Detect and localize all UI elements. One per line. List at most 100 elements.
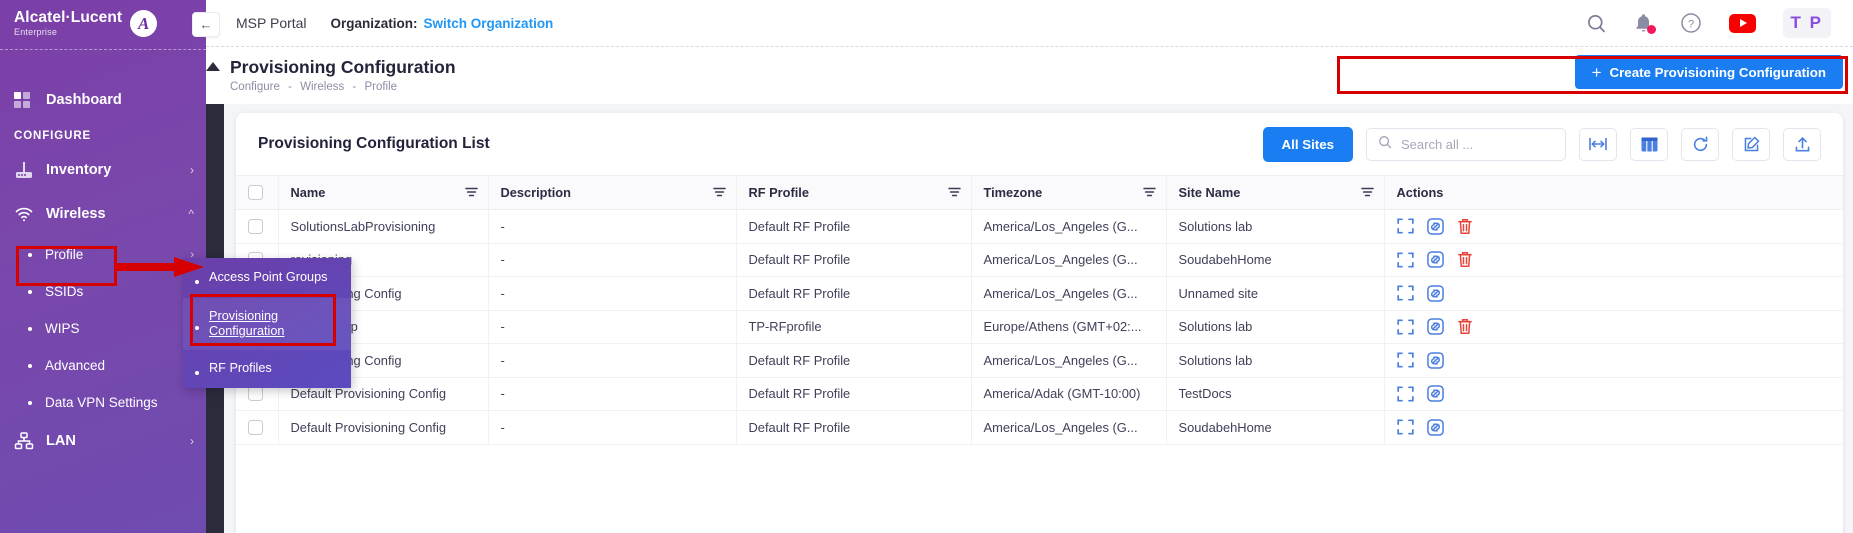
clone-icon[interactable] (1427, 251, 1444, 268)
sidebar-item-label-lan: LAN (46, 433, 76, 449)
delete-icon[interactable] (1457, 218, 1473, 235)
avatar[interactable]: T P (1783, 8, 1831, 38)
switch-organization-link[interactable]: Switch Organization (424, 16, 554, 31)
expand-icon[interactable] (1397, 319, 1414, 335)
refresh-icon[interactable] (1681, 128, 1719, 161)
column-header-rf-profile[interactable]: RF Profile (736, 176, 971, 210)
bullet-icon (195, 371, 199, 375)
expand-icon[interactable] (1397, 352, 1414, 368)
flyout-item-label-rf-profiles: RF Profiles (209, 361, 272, 376)
filter-icon[interactable] (1361, 185, 1374, 200)
all-sites-button[interactable]: All Sites (1263, 127, 1353, 162)
column-header-site-name[interactable]: Site Name (1166, 176, 1384, 210)
clone-icon[interactable] (1427, 419, 1444, 436)
clone-icon[interactable] (1427, 285, 1444, 302)
arrow-left-icon: ← (200, 17, 213, 32)
clone-icon[interactable] (1427, 352, 1444, 369)
chevron-up-icon[interactable]: ^ (188, 207, 194, 221)
column-header-label-site-name: Site Name (1179, 185, 1241, 200)
search-box[interactable] (1366, 128, 1566, 161)
table-cell-description: - (488, 411, 736, 445)
table-row[interactable]: SolutionsLabProvisioning-Default RF Prof… (236, 210, 1843, 244)
sidebar-item-wireless[interactable]: Wireless ^ (0, 192, 206, 236)
row-action-group (1397, 285, 1832, 302)
filter-icon[interactable] (465, 185, 478, 200)
column-header-label-rf-profile: RF Profile (749, 185, 809, 200)
table-row[interactable]: Default Provisioning Config-Default RF P… (236, 411, 1843, 445)
flyout-item-rf-profiles[interactable]: RF Profiles (183, 350, 351, 388)
brand-logo-area[interactable]: Alcatel·Lucent Enterprise A (0, 0, 206, 47)
breadcrumb-item-configure[interactable]: Configure (230, 81, 280, 93)
content-area: Provisioning Configuration List All Site… (206, 104, 1853, 533)
clone-icon[interactable] (1427, 385, 1444, 402)
clone-icon[interactable] (1427, 218, 1444, 235)
sidebar-item-label-profile: Profile (45, 247, 83, 262)
column-header-description[interactable]: Description (488, 176, 736, 210)
expand-icon[interactable] (1397, 386, 1414, 402)
sidebar-item-dashboard[interactable]: Dashboard (0, 78, 206, 122)
filter-icon[interactable] (1143, 185, 1156, 200)
svg-text:?: ? (1687, 18, 1693, 30)
flyout-item-provisioning-configuration[interactable]: Provisioning Configuration (183, 298, 351, 350)
chevron-right-icon[interactable]: › (190, 434, 194, 448)
flyout-item-access-point-groups[interactable]: Access Point Groups (183, 258, 351, 298)
column-settings-icon[interactable] (1630, 128, 1668, 161)
clone-icon[interactable] (1427, 318, 1444, 335)
export-upload-icon[interactable] (1783, 128, 1821, 161)
breadcrumb: Configure - Wireless - Profile (230, 81, 397, 93)
table-cell-rf-profile: Default RF Profile (736, 210, 971, 244)
table-cell-timezone: America/Los_Angeles (G... (971, 411, 1166, 445)
expand-icon[interactable] (1397, 419, 1414, 435)
chevron-right-icon[interactable]: › (190, 163, 194, 177)
expand-icon[interactable] (1397, 218, 1414, 234)
table-cell-description: - (488, 344, 736, 378)
breadcrumb-item-profile[interactable]: Profile (364, 81, 397, 93)
sidebar-item-data-vpn-settings[interactable]: Data VPN Settings (0, 384, 206, 421)
row-checkbox[interactable] (248, 219, 263, 234)
table-row[interactable]: Provisioning Config-Default RF ProfileAm… (236, 277, 1843, 311)
table-row[interactable]: Default Provisioning Config-Default RF P… (236, 377, 1843, 411)
scroll-up-arrow-icon[interactable] (206, 62, 220, 71)
filter-icon[interactable] (713, 185, 726, 200)
fit-columns-icon[interactable] (1579, 128, 1617, 161)
expand-icon[interactable] (1397, 285, 1414, 301)
sidebar-item-wips[interactable]: WIPS › (0, 310, 206, 347)
row-checkbox[interactable] (248, 420, 263, 435)
help-circle-icon[interactable]: ? (1680, 12, 1702, 34)
table-cell-description: - (488, 243, 736, 277)
sidebar-item-ssids[interactable]: SSIDs (0, 273, 206, 310)
search-input[interactable] (1401, 137, 1554, 152)
table-row[interactable]: Provisioning Config-Default RF ProfileAm… (236, 344, 1843, 378)
delete-icon[interactable] (1457, 251, 1473, 268)
table-row[interactable]: rovisioning-Default RF ProfileAmerica/Lo… (236, 243, 1843, 277)
breadcrumb-item-wireless[interactable]: Wireless (300, 81, 344, 93)
sidebar-collapse-button[interactable]: ← (192, 12, 220, 37)
expand-icon[interactable] (1397, 252, 1414, 268)
youtube-icon[interactable] (1729, 14, 1756, 33)
sidebar-item-lan[interactable]: LAN › (0, 421, 206, 461)
edit-icon[interactable] (1732, 128, 1770, 161)
filter-icon[interactable] (948, 185, 961, 200)
table-row[interactable]: rofile Group-TP-RFprofileEurope/Athens (… (236, 310, 1843, 344)
search-icon[interactable] (1586, 13, 1607, 34)
table-cell-description: - (488, 277, 736, 311)
sidebar-item-inventory[interactable]: Inventory › (0, 148, 206, 192)
provisioning-configuration-card: Provisioning Configuration List All Site… (236, 113, 1843, 533)
column-header-timezone[interactable]: Timezone (971, 176, 1166, 210)
create-provisioning-configuration-button[interactable]: + Create Provisioning Configuration (1575, 55, 1843, 89)
table-cell-rf-profile: Default RF Profile (736, 344, 971, 378)
sidebar-item-label-wips: WIPS (45, 321, 80, 336)
table-cell-actions (1384, 210, 1843, 244)
delete-icon[interactable] (1457, 318, 1473, 335)
column-header-name[interactable]: Name (278, 176, 488, 210)
table-cell-site-name: SoudabehHome (1166, 411, 1384, 445)
sidebar-item-advanced[interactable]: Advanced › (0, 347, 206, 384)
column-header-select-all (236, 176, 278, 210)
row-checkbox[interactable] (248, 386, 263, 401)
table-cell-rf-profile: Default RF Profile (736, 243, 971, 277)
router-icon (14, 160, 34, 180)
select-all-checkbox[interactable] (248, 185, 263, 200)
notification-bell-icon[interactable] (1634, 13, 1653, 33)
sidebar-item-profile[interactable]: Profile › (0, 236, 206, 273)
table-cell-description: - (488, 310, 736, 344)
